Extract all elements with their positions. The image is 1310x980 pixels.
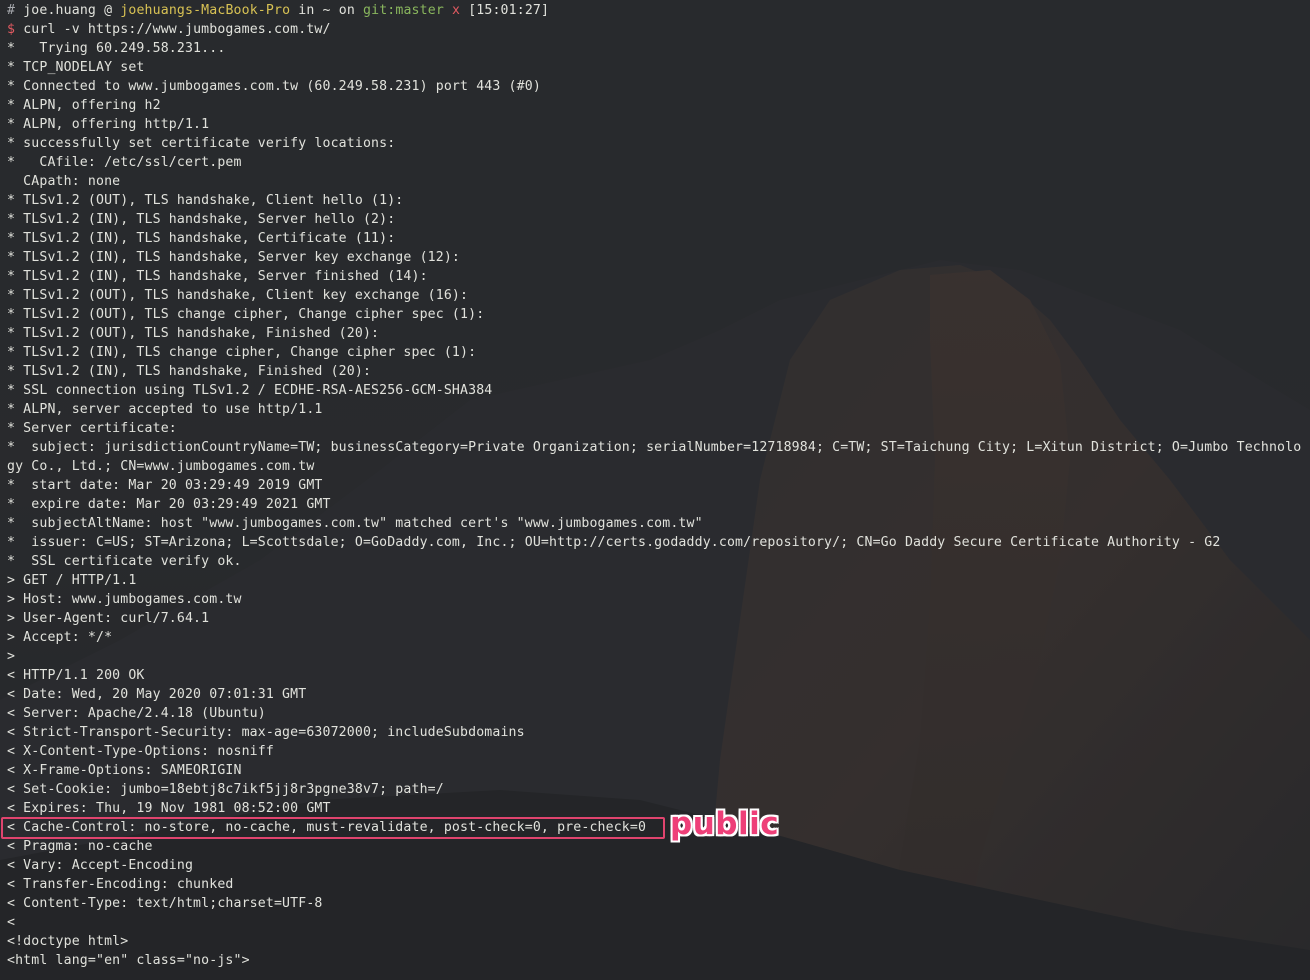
output-line: * TLSv1.2 (IN), TLS handshake, Finished … — [7, 364, 372, 379]
prompt-user: joe.huang — [23, 3, 96, 18]
output-line: < — [7, 915, 16, 930]
prompt-dir: ~ — [322, 3, 331, 18]
output-line: < Expires: Thu, 19 Nov 1981 08:52:00 GMT — [7, 801, 331, 816]
output-line: * SSL certificate verify ok. — [7, 554, 242, 569]
output-line: * TLSv1.2 (IN), TLS handshake, Certifica… — [7, 231, 396, 246]
output-line: > User-Agent: curl/7.64.1 — [7, 611, 210, 626]
output-line: * TCP_NODELAY set — [7, 60, 145, 75]
output-line: <html lang="en" class="no-js"> — [7, 953, 250, 968]
output-line: * CAfile: /etc/ssl/cert.pem — [7, 155, 242, 170]
shell-prompt: # joe.huang @ joehuangs-MacBook-Pro in ~… — [7, 1, 1307, 20]
output-line: * start date: Mar 20 03:29:49 2019 GMT — [7, 478, 323, 493]
output-line: > Accept: */* — [7, 630, 113, 645]
output-line: * subject: jurisdictionCountryName=TW; b… — [7, 440, 1302, 474]
output-line: CApath: none — [7, 174, 121, 189]
command-text: curl -v https://www.jumbogames.com.tw/ — [23, 22, 331, 37]
output-line: > Host: www.jumbogames.com.tw — [7, 592, 242, 607]
output-line: * expire date: Mar 20 03:29:49 2021 GMT — [7, 497, 331, 512]
prompt-dollar: $ — [7, 22, 16, 37]
prompt-dirty-marker: x — [452, 3, 461, 18]
output-line: < Pragma: no-cache — [7, 839, 153, 854]
output-line: * Trying 60.249.58.231... — [7, 41, 226, 56]
prompt-time: [15:01:27] — [468, 3, 550, 18]
output-line: < HTTP/1.1 200 OK — [7, 668, 145, 683]
output-line: < Content-Type: text/html;charset=UTF-8 — [7, 896, 323, 911]
output-line: * TLSv1.2 (OUT), TLS change cipher, Chan… — [7, 307, 485, 322]
output-line: < Date: Wed, 20 May 2020 07:01:31 GMT — [7, 687, 307, 702]
output-line: < X-Content-Type-Options: nosniff — [7, 744, 274, 759]
output-line: < Vary: Accept-Encoding — [7, 858, 194, 873]
command-line[interactable]: $ curl -v https://www.jumbogames.com.tw/ — [7, 20, 1307, 39]
output-line: * TLSv1.2 (IN), TLS change cipher, Chang… — [7, 345, 477, 360]
annotation-label: public — [670, 806, 780, 842]
output-line: * ALPN, offering h2 — [7, 98, 161, 113]
output-line: * TLSv1.2 (IN), TLS handshake, Server ke… — [7, 250, 461, 265]
output-line: * TLSv1.2 (OUT), TLS handshake, Client k… — [7, 288, 469, 303]
prompt-git-branch: git:master — [363, 3, 444, 18]
prompt-hash: # — [7, 3, 16, 18]
output-line: > GET / HTTP/1.1 — [7, 573, 137, 588]
output-line: < Transfer-Encoding: chunked — [7, 877, 234, 892]
prompt-host: joehuangs-MacBook-Pro — [120, 3, 291, 18]
prompt-on: on — [338, 3, 355, 18]
output-line: < Set-Cookie: jumbo=18ebtj8c7ikf5jj8r3pg… — [7, 782, 444, 797]
output-line: * SSL connection using TLSv1.2 / ECDHE-R… — [7, 383, 493, 398]
output-line: * TLSv1.2 (IN), TLS handshake, Server he… — [7, 212, 396, 227]
highlight-box — [1, 817, 665, 839]
output-line: * ALPN, offering http/1.1 — [7, 117, 210, 132]
prompt-in: in — [298, 3, 315, 18]
output-line: * TLSv1.2 (OUT), TLS handshake, Client h… — [7, 193, 404, 208]
output-line: * Connected to www.jumbogames.com.tw (60… — [7, 79, 541, 94]
output-line: < Server: Apache/2.4.18 (Ubuntu) — [7, 706, 266, 721]
output-line: * TLSv1.2 (IN), TLS handshake, Server fi… — [7, 269, 428, 284]
output-line: * ALPN, server accepted to use http/1.1 — [7, 402, 323, 417]
output-line: * TLSv1.2 (OUT), TLS handshake, Finished… — [7, 326, 380, 341]
output-line: * issuer: C=US; ST=Arizona; L=Scottsdale… — [7, 535, 1221, 550]
output-line: < X-Frame-Options: SAMEORIGIN — [7, 763, 242, 778]
prompt-at: @ — [104, 3, 113, 18]
output-line: < Strict-Transport-Security: max-age=630… — [7, 725, 525, 740]
output-line: <!doctype html> — [7, 934, 129, 949]
output-line: * Server certificate: — [7, 421, 177, 436]
output-line: > — [7, 649, 16, 664]
output-line: * subjectAltName: host "www.jumbogames.c… — [7, 516, 703, 531]
output-line: * successfully set certificate verify lo… — [7, 136, 396, 151]
